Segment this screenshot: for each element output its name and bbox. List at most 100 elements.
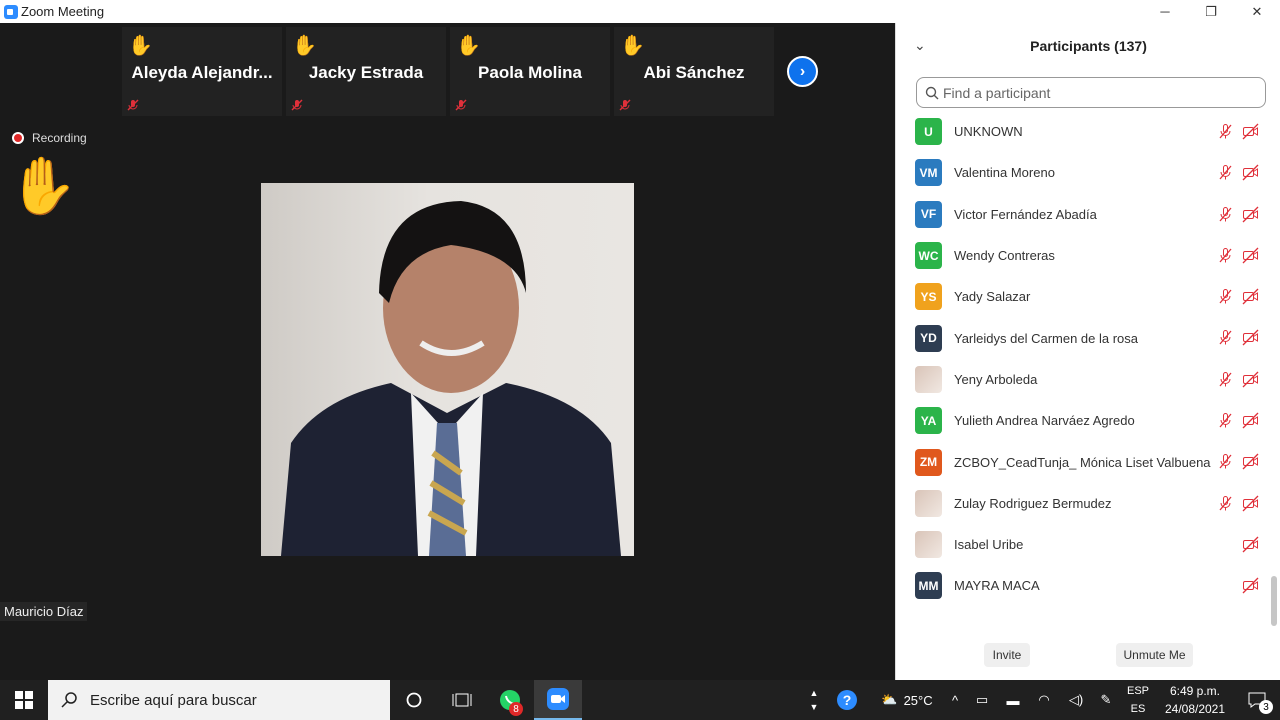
wifi-icon[interactable]: ◠ <box>1028 680 1060 720</box>
participant-row[interactable]: YS Yady Salazar <box>896 276 1271 317</box>
help-button[interactable]: ? <box>824 680 870 720</box>
start-button[interactable] <box>0 680 48 720</box>
mic-muted-icon[interactable] <box>1217 371 1234 388</box>
svg-text:?: ? <box>843 692 852 708</box>
search-input[interactable] <box>943 84 1243 101</box>
show-hidden-icons[interactable]: ^ <box>944 680 966 720</box>
mic-muted-icon[interactable] <box>1217 206 1234 223</box>
participant-list: U UNKNOWN VM Valentina Moreno VF Victor Ferná… <box>896 111 1271 607</box>
chevron-down-icon[interactable]: ▼ <box>810 700 819 714</box>
mic-muted-icon[interactable] <box>1217 412 1234 429</box>
mic-muted-icon[interactable] <box>1217 329 1234 346</box>
video-off-icon[interactable] <box>1242 495 1259 512</box>
volume-icon[interactable]: ◁) <box>1060 680 1092 720</box>
avatar <box>915 531 942 559</box>
meet-now-icon[interactable]: ▭ <box>966 680 998 720</box>
avatar: YA <box>915 407 942 435</box>
video-off-icon[interactable] <box>1242 371 1259 388</box>
language-top: ESP <box>1126 685 1149 697</box>
video-off-icon[interactable] <box>1242 536 1259 553</box>
participant-status-icons <box>1217 123 1259 140</box>
search-icon <box>61 692 77 708</box>
video-off-icon[interactable] <box>1242 412 1259 429</box>
recording-indicator[interactable]: Recording <box>12 131 87 145</box>
language-indicator[interactable]: ESP ES <box>1120 680 1156 720</box>
weather-widget[interactable]: ⛅ 25°C <box>870 680 944 720</box>
notification-count: 3 <box>1259 700 1273 714</box>
participant-row[interactable]: ZM ZCBOY_CeadTunja_ Mónica Liset Valbuena <box>896 441 1271 482</box>
mic-muted-icon[interactable] <box>1217 247 1234 264</box>
avatar: YD <box>915 324 942 352</box>
participant-thumbnail[interactable]: ✋ Jacky Estrada <box>286 27 446 116</box>
task-view-icon <box>452 693 472 707</box>
participant-row[interactable]: Isabel Uribe <box>896 524 1271 565</box>
participant-row[interactable]: U UNKNOWN <box>896 111 1271 152</box>
participant-thumbnail[interactable]: ✋ Aleyda Alejandr... <box>122 27 282 116</box>
active-speaker-name: Mauricio Díaz <box>0 602 88 621</box>
help-icon: ? <box>837 690 857 710</box>
whatsapp-taskbar-button[interactable]: 8 <box>486 680 534 720</box>
chevron-up-icon: ^ <box>951 692 959 708</box>
participant-row[interactable]: VF Victor Fernández Abadía <box>896 194 1271 235</box>
cortana-button[interactable] <box>390 680 438 720</box>
video-off-icon[interactable] <box>1242 164 1259 181</box>
participant-row[interactable]: Zulay Rodriguez Bermudez <box>896 483 1271 524</box>
participant-status-icons <box>1217 495 1259 512</box>
video-off-icon[interactable] <box>1242 123 1259 140</box>
thumbnail-strip: ✋ Aleyda Alejandr... ✋ Jacky Estrada ✋ P… <box>122 27 774 116</box>
participant-name: Yulieth Andrea Narváez Agredo <box>954 413 1135 429</box>
invite-button[interactable]: Invite <box>984 643 1030 667</box>
panel-header: ⌄ Participants (137) <box>896 23 1280 69</box>
window-controls: ─ ❐ ✕ <box>1142 0 1280 23</box>
mic-muted-icon[interactable] <box>1217 164 1234 181</box>
restore-button[interactable]: ❐ <box>1188 0 1234 23</box>
unmute-me-button[interactable]: Unmute Me <box>1116 643 1193 667</box>
speaker-video <box>261 183 634 556</box>
video-off-icon[interactable] <box>1242 329 1259 346</box>
scroll-arrows[interactable]: ▲ ▼ <box>804 680 824 720</box>
notifications-button[interactable]: 3 <box>1234 680 1280 720</box>
clock[interactable]: 6:49 p.m. 24/08/2021 <box>1156 680 1234 720</box>
participant-row[interactable]: YA Yulieth Andrea Narváez Agredo <box>896 400 1271 441</box>
avatar: VF <box>915 200 942 228</box>
task-view-button[interactable] <box>438 680 486 720</box>
avatar: U <box>915 118 942 146</box>
participant-name: Yady Salazar <box>954 289 1031 305</box>
video-off-icon[interactable] <box>1242 247 1259 264</box>
participant-status-icons <box>1242 577 1259 594</box>
weather-temp: 25°C <box>903 692 933 708</box>
close-button[interactable]: ✕ <box>1234 0 1280 23</box>
participant-thumbnail[interactable]: ✋ Paola Molina <box>450 27 610 116</box>
participant-row[interactable]: WC Wendy Contreras <box>896 235 1271 276</box>
chevron-up-icon[interactable]: ▲ <box>810 686 819 700</box>
participant-row[interactable]: MM MAYRA MACA <box>896 565 1271 606</box>
taskbar-search[interactable]: Escribe aquí para buscar <box>48 680 390 720</box>
video-off-icon[interactable] <box>1242 288 1259 305</box>
mic-muted-icon[interactable] <box>1217 123 1234 140</box>
participant-search[interactable] <box>916 77 1266 108</box>
battery-icon[interactable]: ▬ <box>998 680 1028 720</box>
meeting-area: ✋ Aleyda Alejandr... ✋ Jacky Estrada ✋ P… <box>0 23 895 680</box>
participant-row[interactable]: Yeny Arboleda <box>896 359 1271 400</box>
language-bottom: ES <box>1130 703 1146 715</box>
mic-muted-icon <box>619 99 631 111</box>
minimize-button[interactable]: ─ <box>1142 0 1188 23</box>
participant-row[interactable]: YD Yarleidys del Carmen de la rosa <box>896 317 1271 358</box>
video-off-icon[interactable] <box>1242 577 1259 594</box>
pen-icon[interactable]: ✎ <box>1092 680 1120 720</box>
scrollbar-thumb[interactable] <box>1271 576 1277 626</box>
participant-row[interactable]: VM Valentina Moreno <box>896 152 1271 193</box>
participant-name: Yeny Arboleda <box>954 371 1038 387</box>
next-page-button[interactable]: › <box>787 56 818 87</box>
mic-muted-icon[interactable] <box>1217 453 1234 470</box>
search-icon <box>925 86 939 99</box>
participants-title: Participants (137) <box>1030 38 1147 54</box>
windows-taskbar: Escribe aquí para buscar 8 ▲ ▼ ? ⛅ 25°C ^… <box>0 680 1280 720</box>
mic-muted-icon[interactable] <box>1217 495 1234 512</box>
zoom-taskbar-button[interactable] <box>534 680 582 720</box>
participant-thumbnail[interactable]: ✋ Abi Sánchez <box>614 27 774 116</box>
mic-muted-icon[interactable] <box>1217 288 1234 305</box>
video-off-icon[interactable] <box>1242 453 1259 470</box>
avatar <box>915 489 942 517</box>
video-off-icon[interactable] <box>1242 206 1259 223</box>
